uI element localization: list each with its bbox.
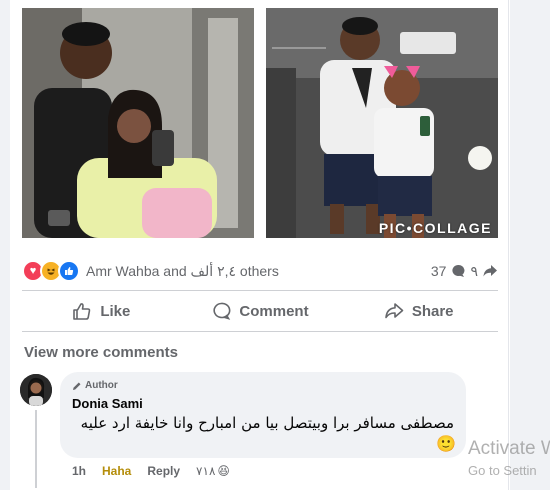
activate-windows-watermark: Activate W bbox=[468, 438, 550, 459]
post-photos: PIC•COLLAGE bbox=[22, 8, 498, 238]
commenter-name[interactable]: Donia Sami bbox=[72, 396, 143, 411]
like-label: Like bbox=[100, 302, 131, 320]
engagement-counts: 37 ٩ bbox=[431, 263, 498, 280]
comment-meta: 1h Haha Reply ٧١٨ 😆 bbox=[72, 464, 230, 478]
reaction-names[interactable]: Amr Wahba and ٢,٤ ألف others bbox=[86, 263, 279, 280]
reaction-icons[interactable]: ♥ bbox=[22, 260, 80, 282]
comment-reaction-count[interactable]: ٧١٨ 😆 bbox=[196, 464, 230, 478]
comment-haha-button[interactable]: Haha bbox=[102, 464, 131, 478]
photo-elevator-selfie[interactable] bbox=[22, 8, 254, 238]
author-badge-label: Author bbox=[85, 380, 118, 391]
comment-icon bbox=[211, 301, 231, 321]
comment-label: Comment bbox=[239, 302, 309, 320]
thumbs-up-icon bbox=[72, 301, 92, 321]
laughing-emoji: 😆 bbox=[217, 464, 230, 478]
comment-timestamp[interactable]: 1h bbox=[72, 464, 86, 478]
share-icon bbox=[384, 301, 404, 321]
divider bbox=[22, 331, 498, 332]
share-count[interactable]: ٩ bbox=[470, 263, 478, 280]
comment-bubble: Author Donia Sami مصطفى مسافر برا وبيتصل… bbox=[60, 372, 466, 458]
comment-button[interactable]: Comment bbox=[181, 292, 340, 330]
smile-emoji: 🙂 bbox=[436, 436, 456, 453]
post-actions: Like Comment Share bbox=[22, 292, 498, 330]
like-reaction-icon bbox=[58, 260, 80, 282]
pic-collage-watermark: PIC•COLLAGE bbox=[378, 220, 492, 236]
comment-reaction-count-value: ٧١٨ bbox=[196, 464, 216, 478]
divider bbox=[22, 290, 498, 291]
view-more-comments-link[interactable]: View more comments bbox=[24, 344, 178, 361]
comment-text: مصطفى مسافر برا وبيتصل بيا من امبارح وان… bbox=[80, 414, 454, 432]
reactions-summary[interactable]: ♥ Amr Wahba and ٢,٤ ألف others 37 ٩ bbox=[22, 258, 498, 284]
activate-windows-subtext: Go to Settin bbox=[468, 463, 537, 478]
photo-costume-mirror-selfie[interactable]: PIC•COLLAGE bbox=[266, 8, 498, 238]
avatar[interactable] bbox=[20, 374, 52, 406]
pen-icon bbox=[72, 381, 82, 391]
comment-count[interactable]: 37 bbox=[431, 263, 447, 279]
thread-line bbox=[35, 410, 37, 488]
comment-item: Author Donia Sami مصطفى مسافر برا وبيتصل… bbox=[20, 372, 500, 490]
comment-bubble-icon bbox=[450, 263, 466, 279]
share-arrow-icon bbox=[482, 263, 498, 279]
share-label: Share bbox=[411, 302, 454, 320]
share-button[interactable]: Share bbox=[339, 292, 498, 330]
like-button[interactable]: Like bbox=[22, 292, 181, 330]
comment-reply-button[interactable]: Reply bbox=[147, 464, 180, 478]
feed-edge bbox=[508, 0, 509, 490]
author-badge: Author bbox=[72, 380, 118, 391]
